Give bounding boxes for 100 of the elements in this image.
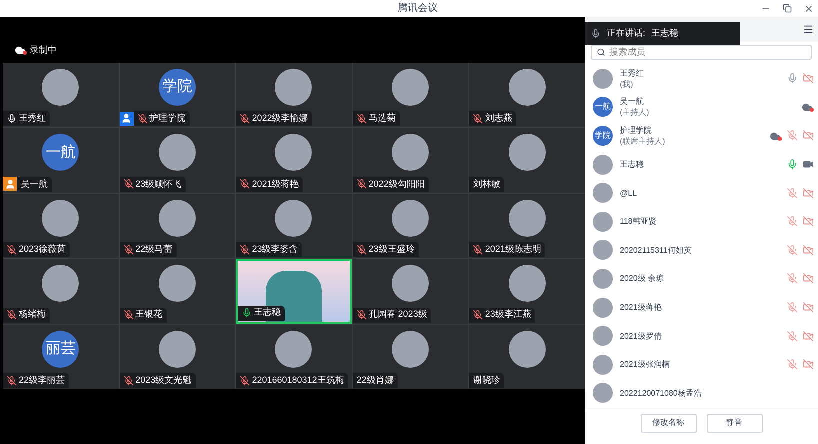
avatar-photo-placeholder <box>158 200 196 237</box>
participant-name: 2021级陈志明 <box>485 242 542 256</box>
participant-tile[interactable]: 刘志燕 <box>469 63 585 128</box>
member-row[interactable]: 王志稳 <box>585 150 818 179</box>
avatar-photo-placeholder <box>593 183 613 204</box>
member-row[interactable]: 2021级张润楠 <box>585 350 818 379</box>
participant-tile[interactable]: 2022级李愉娜 <box>236 63 352 128</box>
participant-tile[interactable]: 王秀红 <box>3 63 119 128</box>
participant-tile[interactable]: 2023徐薇茵 <box>3 194 119 258</box>
participant-name: 2023徐薇茵 <box>19 242 66 256</box>
participant-name: 王银花 <box>136 308 163 322</box>
member-row[interactable]: 20202115311何姐英 <box>585 236 818 265</box>
avatar: 丽芸 <box>42 330 80 368</box>
menu-icon[interactable] <box>803 24 814 35</box>
avatar-photo-placeholder <box>508 200 546 237</box>
avatar-photo-placeholder <box>392 200 430 237</box>
participant-tile[interactable]: 谢晓珍 <box>469 324 585 389</box>
participant-tile[interactable]: 杨绪梅 <box>3 259 119 324</box>
member-row[interactable]: 一航 吴一航 (主持人) <box>585 93 818 122</box>
participant-name: 2023级文光魁 <box>136 374 192 387</box>
member-row[interactable]: 学院 护理学院 (联席主持人) <box>585 122 818 150</box>
participant-name: 马选菊 <box>368 112 396 126</box>
member-row[interactable]: @LL <box>585 178 818 208</box>
member-row[interactable]: 2020级 余琼 <box>585 264 818 294</box>
avatar-photo-placeholder <box>158 330 196 368</box>
avatar-photo-placeholder <box>593 154 613 175</box>
close-icon[interactable] <box>804 4 814 14</box>
avatar-photo-placeholder <box>593 298 613 318</box>
avatar: 一航 <box>42 134 80 172</box>
avatar-photo-placeholder <box>593 326 613 346</box>
avatar-photo-placeholder <box>275 69 312 106</box>
avatar-photo-placeholder <box>593 354 613 375</box>
video-tile[interactable]: 王志稳 <box>236 259 352 324</box>
participant-tile[interactable]: 刘林敏 <box>469 128 585 193</box>
member-name: 20202115311何姐英 <box>620 244 693 256</box>
participant-tile[interactable]: 2021级陈志明 <box>469 194 585 258</box>
member-row[interactable]: 2022120071080杨孟浩 <box>585 378 818 408</box>
participant-tile[interactable]: 一航 吴一航 <box>3 128 119 193</box>
participant-tile[interactable]: 2023级文光魁 <box>120 324 236 389</box>
avatar-photo-placeholder <box>593 383 613 404</box>
avatar-photo-placeholder <box>42 265 80 302</box>
participant-tile[interactable]: 学院 护理学院 <box>120 63 236 128</box>
restore-icon[interactable] <box>783 4 792 13</box>
avatar-photo-placeholder <box>158 134 196 172</box>
participant-name: 22级肖娜 <box>356 374 394 387</box>
participant-name: 刘志燕 <box>485 112 512 126</box>
search-icon <box>597 48 606 58</box>
action-button[interactable]: 修改名称 <box>640 414 696 433</box>
speaking-label: 正在讲话: <box>607 26 646 40</box>
member-name: 2022120071080杨孟浩 <box>620 388 703 399</box>
participant-name: 孔园春 2023级 <box>368 308 428 322</box>
participant-tile[interactable]: 王银花 <box>120 259 236 324</box>
participant-tile[interactable]: 22级肖娜 <box>352 324 468 389</box>
action-button[interactable]: 静音 <box>706 414 762 433</box>
participant-name: 2201660180312王筑梅 <box>252 374 344 387</box>
member-role: (我) <box>620 78 634 90</box>
speaker-name: 王志稳 <box>652 26 679 40</box>
member-role: (联席主持人) <box>620 136 666 147</box>
participant-name: 谢晓珍 <box>473 374 500 387</box>
participant-tile[interactable]: 2201660180312王筑梅 <box>236 324 352 389</box>
avatar-photo-placeholder <box>275 134 312 172</box>
avatar: 学院 <box>158 69 196 106</box>
participant-tile[interactable]: 丽芸 22级李丽芸 <box>3 324 119 389</box>
participant-name: 23级顾怀飞 <box>136 178 182 191</box>
avatar-photo-placeholder <box>593 68 613 89</box>
participant-tile[interactable]: 2021级蒋艳 <box>236 128 352 193</box>
member-row[interactable]: 118韩亚贤 <box>585 207 818 236</box>
participant-tile[interactable]: 2022级勾阳阳 <box>352 128 468 193</box>
search-field[interactable]: 搜索成员 <box>591 44 812 60</box>
member-name: 王志稳 <box>620 159 645 170</box>
participant-tile[interactable]: 22级马蕾 <box>120 194 236 258</box>
member-row[interactable]: 2021级蒋艳 <box>585 293 818 322</box>
avatar: 学院 <box>593 126 613 146</box>
avatar-photo-placeholder <box>275 200 312 237</box>
participant-tile[interactable]: 马选菊 <box>352 63 468 128</box>
avatar-photo-placeholder <box>42 200 80 237</box>
avatar-photo-placeholder <box>275 330 312 368</box>
participant-tile[interactable]: 23级顾怀飞 <box>120 128 236 193</box>
member-name: 2021级张润楠 <box>620 359 671 370</box>
participant-name: 23级王盛玲 <box>368 242 415 256</box>
search-input[interactable]: 搜索成员 <box>609 46 806 60</box>
cloud-recording-icon <box>15 45 27 56</box>
avatar-photo-placeholder <box>508 134 546 172</box>
member-row[interactable]: 2021级罗倩 <box>585 322 818 350</box>
avatar-photo-placeholder <box>593 240 613 260</box>
participant-name: 王秀红 <box>19 112 46 126</box>
participant-name: 王志稳 <box>254 306 282 320</box>
participant-name: 杨绪梅 <box>19 308 46 322</box>
member-row[interactable]: 王秀红 (我) <box>585 64 818 94</box>
avatar-photo-placeholder <box>392 134 430 172</box>
member-role: (主持人) <box>620 107 650 118</box>
participant-name: 22级马蕾 <box>136 242 173 256</box>
participant-tile[interactable]: 23级李姿含 <box>236 194 352 258</box>
participant-tile[interactable]: 23级李江燕 <box>469 259 585 324</box>
member-name: 118韩亚贤 <box>620 216 658 228</box>
window-title: 腾讯会议 <box>398 2 438 16</box>
participant-name: 2021级蒋艳 <box>252 178 300 191</box>
participant-tile[interactable]: 23级王盛玲 <box>352 194 468 258</box>
participant-name: 护理学院 <box>150 112 186 126</box>
participant-tile[interactable]: 孔园春 2023级 <box>352 259 468 324</box>
